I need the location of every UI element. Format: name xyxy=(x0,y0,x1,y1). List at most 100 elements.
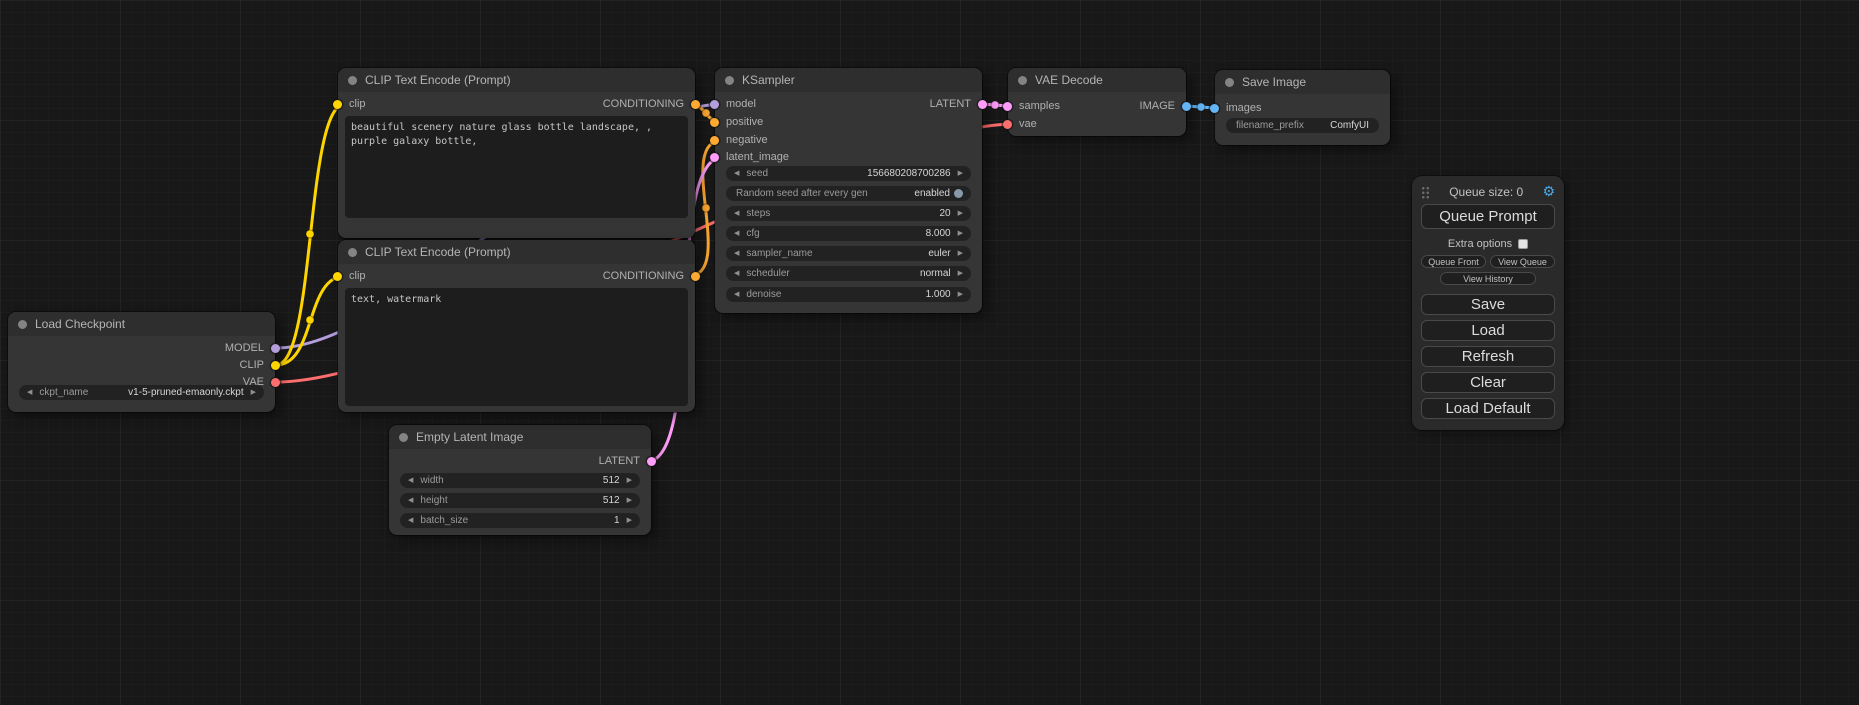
vae-socket[interactable] xyxy=(1003,120,1012,129)
output-slot-latent[interactable]: LATENT xyxy=(930,97,987,111)
node-title-bar[interactable]: VAE Decode xyxy=(1008,68,1186,92)
node-load-checkpoint[interactable]: Load Checkpoint MODEL CLIP VAE ◀ ckpt_na… xyxy=(8,312,275,412)
node-ksampler[interactable]: KSampler model positive negative latent_… xyxy=(715,68,982,313)
widget-steps[interactable]: ◀ steps 20 ▶ xyxy=(726,206,971,221)
increment-arrow-icon[interactable]: ▶ xyxy=(958,206,963,221)
collapse-dot-icon[interactable] xyxy=(348,76,357,85)
decrement-arrow-icon[interactable]: ◀ xyxy=(734,266,739,281)
output-slot-latent[interactable]: LATENT xyxy=(599,454,656,468)
collapse-dot-icon[interactable] xyxy=(18,320,27,329)
widget-seed[interactable]: ◀ seed 156680208700286 ▶ xyxy=(726,166,971,181)
latent-socket[interactable] xyxy=(647,457,656,466)
extra-options-checkbox[interactable] xyxy=(1518,239,1528,249)
node-title-bar[interactable]: CLIP Text Encode (Prompt) xyxy=(338,68,695,92)
input-slot-latent-image[interactable]: latent_image xyxy=(710,150,789,164)
output-slot-image[interactable]: IMAGE xyxy=(1140,99,1191,113)
widget-denoise[interactable]: ◀ denoise 1.000 ▶ xyxy=(726,287,971,302)
increment-arrow-icon[interactable]: ▶ xyxy=(958,266,963,281)
increment-arrow-icon[interactable]: ▶ xyxy=(627,513,632,528)
node-empty-latent-image[interactable]: Empty Latent Image LATENT ◀ width 512 ▶ … xyxy=(389,425,651,535)
latent-socket[interactable] xyxy=(1003,102,1012,111)
widget-filename-prefix[interactable]: filename_prefix ComfyUI xyxy=(1226,118,1379,133)
decrement-arrow-icon[interactable]: ◀ xyxy=(734,287,739,302)
increment-arrow-icon[interactable]: ▶ xyxy=(627,493,632,508)
input-slot-vae[interactable]: vae xyxy=(1003,117,1037,131)
output-slot-conditioning[interactable]: CONDITIONING xyxy=(603,269,700,283)
prompt-textarea[interactable]: text, watermark xyxy=(345,288,688,406)
input-slot-samples[interactable]: samples xyxy=(1003,99,1060,113)
node-clip-text-encode-negative[interactable]: CLIP Text Encode (Prompt) clip CONDITION… xyxy=(338,240,695,412)
increment-arrow-icon[interactable]: ▶ xyxy=(958,246,963,261)
input-slot-clip[interactable]: clip xyxy=(333,269,366,283)
decrement-arrow-icon[interactable]: ◀ xyxy=(734,166,739,181)
conditioning-socket[interactable] xyxy=(691,100,700,109)
widget-sampler-name[interactable]: ◀ sampler_name euler ▶ xyxy=(726,246,971,261)
output-slot-model[interactable]: MODEL xyxy=(225,341,280,355)
input-slot-model[interactable]: model xyxy=(710,97,756,111)
input-slot-clip[interactable]: clip xyxy=(333,97,366,111)
widget-width[interactable]: ◀ width 512 ▶ xyxy=(400,473,640,488)
load-default-button[interactable]: Load Default xyxy=(1421,398,1555,419)
view-history-button[interactable]: View History xyxy=(1440,272,1536,285)
increment-arrow-icon[interactable]: ▶ xyxy=(958,226,963,241)
input-slot-negative[interactable]: negative xyxy=(710,133,768,147)
settings-gear-icon[interactable]: ⚙ xyxy=(1542,185,1555,199)
conditioning-socket[interactable] xyxy=(710,136,719,145)
decrement-arrow-icon[interactable]: ◀ xyxy=(734,246,739,261)
clip-socket[interactable] xyxy=(333,272,342,281)
decrement-arrow-icon[interactable]: ◀ xyxy=(408,493,413,508)
save-button[interactable]: Save xyxy=(1421,294,1555,315)
collapse-dot-icon[interactable] xyxy=(1225,78,1234,87)
decrement-arrow-icon[interactable]: ◀ xyxy=(27,385,32,400)
increment-arrow-icon[interactable]: ▶ xyxy=(958,287,963,302)
clip-socket[interactable] xyxy=(271,361,280,370)
node-title-bar[interactable]: KSampler xyxy=(715,68,982,92)
queue-front-button[interactable]: Queue Front xyxy=(1421,255,1486,268)
node-title-bar[interactable]: Save Image xyxy=(1215,70,1390,94)
collapse-dot-icon[interactable] xyxy=(348,248,357,257)
conditioning-socket[interactable] xyxy=(691,272,700,281)
collapse-dot-icon[interactable] xyxy=(1018,76,1027,85)
prompt-textarea[interactable]: beautiful scenery nature glass bottle la… xyxy=(345,116,688,218)
drag-handle-icon[interactable] xyxy=(1421,186,1430,199)
node-clip-text-encode-positive[interactable]: CLIP Text Encode (Prompt) clip CONDITION… xyxy=(338,68,695,238)
model-socket[interactable] xyxy=(710,100,719,109)
view-queue-button[interactable]: View Queue xyxy=(1490,255,1555,268)
widget-height[interactable]: ◀ height 512 ▶ xyxy=(400,493,640,508)
load-button[interactable]: Load xyxy=(1421,320,1555,341)
node-title-bar[interactable]: Load Checkpoint xyxy=(8,312,275,336)
output-slot-conditioning[interactable]: CONDITIONING xyxy=(603,97,700,111)
widget-ckpt-name[interactable]: ◀ ckpt_name v1-5-pruned-emaonly.ckpt ▶ xyxy=(19,385,264,400)
refresh-button[interactable]: Refresh xyxy=(1421,346,1555,367)
latent-socket[interactable] xyxy=(978,100,987,109)
widget-random-seed-toggle[interactable]: Random seed after every gen enabled xyxy=(726,186,971,201)
collapse-dot-icon[interactable] xyxy=(399,433,408,442)
node-save-image[interactable]: Save Image images filename_prefix ComfyU… xyxy=(1215,70,1390,145)
increment-arrow-icon[interactable]: ▶ xyxy=(251,385,256,400)
model-socket[interactable] xyxy=(271,344,280,353)
node-title-bar[interactable]: CLIP Text Encode (Prompt) xyxy=(338,240,695,264)
image-socket[interactable] xyxy=(1210,104,1219,113)
widget-batch-size[interactable]: ◀ batch_size 1 ▶ xyxy=(400,513,640,528)
decrement-arrow-icon[interactable]: ◀ xyxy=(734,206,739,221)
increment-arrow-icon[interactable]: ▶ xyxy=(958,166,963,181)
input-slot-images[interactable]: images xyxy=(1210,101,1261,115)
widget-cfg[interactable]: ◀ cfg 8.000 ▶ xyxy=(726,226,971,241)
node-vae-decode[interactable]: VAE Decode samples vae IMAGE xyxy=(1008,68,1186,136)
clear-button[interactable]: Clear xyxy=(1421,372,1555,393)
conditioning-socket[interactable] xyxy=(710,118,719,127)
output-slot-clip[interactable]: CLIP xyxy=(240,358,280,372)
decrement-arrow-icon[interactable]: ◀ xyxy=(408,473,413,488)
image-socket[interactable] xyxy=(1182,102,1191,111)
queue-prompt-button[interactable]: Queue Prompt xyxy=(1421,204,1555,229)
node-graph-canvas[interactable]: Load Checkpoint MODEL CLIP VAE ◀ ckpt_na… xyxy=(0,0,1859,705)
decrement-arrow-icon[interactable]: ◀ xyxy=(408,513,413,528)
widget-scheduler[interactable]: ◀ scheduler normal ▶ xyxy=(726,266,971,281)
node-title-bar[interactable]: Empty Latent Image xyxy=(389,425,651,449)
latent-socket[interactable] xyxy=(710,153,719,162)
vae-socket[interactable] xyxy=(271,378,280,387)
toggle-indicator-icon[interactable] xyxy=(954,189,963,198)
input-slot-positive[interactable]: positive xyxy=(710,115,763,129)
increment-arrow-icon[interactable]: ▶ xyxy=(627,473,632,488)
collapse-dot-icon[interactable] xyxy=(725,76,734,85)
